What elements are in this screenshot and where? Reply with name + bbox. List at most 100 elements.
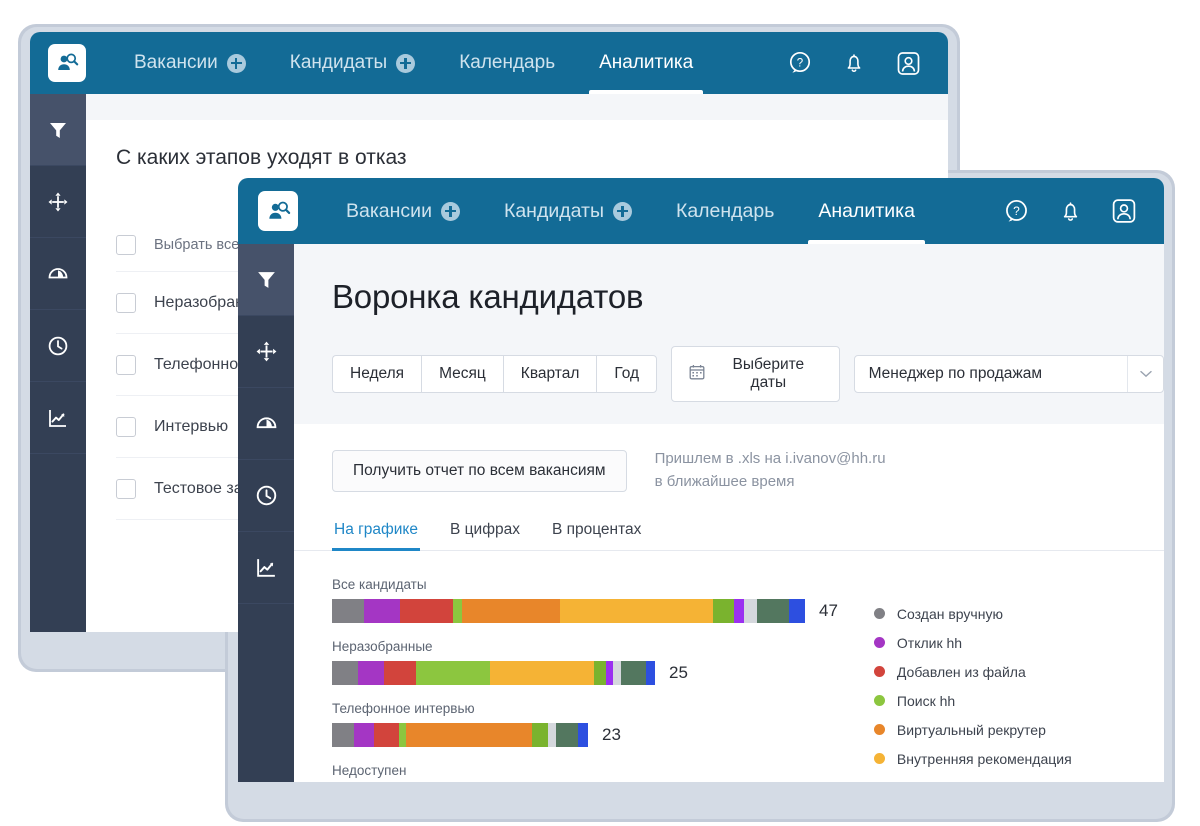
legend-item[interactable]: Создан вручную bbox=[874, 599, 1072, 628]
add-vacancy-icon[interactable] bbox=[441, 202, 460, 221]
bar-segment[interactable] bbox=[757, 599, 789, 623]
tab-percent-view[interactable]: В процентах bbox=[550, 517, 643, 550]
bar-segment[interactable] bbox=[713, 599, 734, 623]
bar-segment[interactable] bbox=[490, 661, 594, 685]
bar-segment[interactable] bbox=[374, 723, 399, 747]
legend-color-dot bbox=[874, 666, 885, 677]
bar-segment[interactable] bbox=[734, 599, 744, 623]
nav-item-analytics[interactable]: Аналитика bbox=[577, 32, 715, 94]
front-window-nav: Вакансии Кандидаты Календарь Аналитика bbox=[324, 178, 937, 244]
chart-legend: Создан вручную Отклик hh Добавлен из фай… bbox=[874, 577, 1072, 782]
stage-checkbox[interactable] bbox=[116, 479, 136, 499]
vacancy-select[interactable]: Менеджер по продажам bbox=[854, 355, 1164, 393]
help-icon[interactable]: ? bbox=[786, 49, 814, 77]
legend-item[interactable]: Петров рекомендация bbox=[874, 773, 1072, 782]
bar-segment[interactable] bbox=[406, 723, 532, 747]
bell-icon[interactable] bbox=[1056, 197, 1084, 225]
user-account-icon[interactable] bbox=[1110, 197, 1138, 225]
person-search-logo-icon[interactable] bbox=[48, 44, 86, 82]
bar-segment[interactable] bbox=[399, 723, 406, 747]
add-vacancy-icon[interactable] bbox=[227, 54, 246, 73]
nav-item-vacancies[interactable]: Вакансии bbox=[112, 32, 268, 94]
clock-icon bbox=[47, 335, 69, 357]
nav-label: Вакансии bbox=[346, 200, 432, 223]
bar-segment[interactable] bbox=[332, 661, 358, 685]
nav-item-candidates[interactable]: Кандидаты bbox=[482, 178, 654, 244]
bell-icon[interactable] bbox=[840, 49, 868, 77]
chevron-down-icon[interactable] bbox=[1127, 356, 1163, 392]
legend-item[interactable]: Внутренняя рекомендация bbox=[874, 744, 1072, 773]
sidebar-item-chart[interactable] bbox=[30, 382, 86, 454]
legend-item[interactable]: Добавлен из файла bbox=[874, 657, 1072, 686]
get-report-button[interactable]: Получить отчет по всем вакансиям bbox=[332, 450, 627, 492]
stacked-bar[interactable] bbox=[332, 723, 588, 747]
sidebar-item-funnel[interactable] bbox=[238, 244, 294, 316]
sidebar-item-funnel[interactable] bbox=[30, 94, 86, 166]
bar-segment[interactable] bbox=[332, 723, 354, 747]
date-range-picker-button[interactable]: Выберите даты bbox=[671, 346, 840, 402]
sidebar-item-gauge[interactable] bbox=[238, 388, 294, 460]
bar-segment[interactable] bbox=[332, 599, 364, 623]
sidebar-item-clock[interactable] bbox=[30, 310, 86, 382]
bar-segment[interactable] bbox=[606, 661, 613, 685]
legend-label: Виртуальный рекрутер bbox=[897, 722, 1046, 738]
bar-segment[interactable] bbox=[384, 661, 416, 685]
select-all-checkbox[interactable] bbox=[116, 235, 136, 255]
stage-checkbox[interactable] bbox=[116, 355, 136, 375]
person-search-logo-icon[interactable] bbox=[258, 191, 298, 231]
bar-segment[interactable] bbox=[613, 661, 621, 685]
bar-segment[interactable] bbox=[556, 723, 578, 747]
bar-segment[interactable] bbox=[621, 661, 646, 685]
period-week-button[interactable]: Неделя bbox=[332, 355, 421, 393]
bar-segment[interactable] bbox=[416, 661, 490, 685]
period-year-button[interactable]: Год bbox=[596, 355, 657, 393]
legend-item[interactable]: Отклик hh bbox=[874, 628, 1072, 657]
bar-group-unsorted: Неразобранные 25 bbox=[332, 639, 838, 685]
nav-label: Кандидаты bbox=[504, 200, 604, 223]
svg-text:?: ? bbox=[797, 58, 803, 70]
bar-segment[interactable] bbox=[453, 599, 462, 623]
bar-segment[interactable] bbox=[400, 599, 453, 623]
tab-numbers-view[interactable]: В цифрах bbox=[448, 517, 522, 550]
sidebar-item-clock[interactable] bbox=[238, 460, 294, 532]
legend-item[interactable]: Виртуальный рекрутер bbox=[874, 715, 1072, 744]
bar-segment[interactable] bbox=[354, 723, 374, 747]
bar-segment[interactable] bbox=[560, 599, 713, 623]
bar-segment[interactable] bbox=[789, 599, 805, 623]
stage-checkbox[interactable] bbox=[116, 417, 136, 437]
legend-label: Отклик hh bbox=[897, 635, 962, 651]
legend-item[interactable]: Поиск hh bbox=[874, 686, 1072, 715]
sidebar-item-chart[interactable] bbox=[238, 532, 294, 604]
bar-segment[interactable] bbox=[594, 661, 606, 685]
stacked-bar[interactable] bbox=[332, 661, 655, 685]
add-candidate-icon[interactable] bbox=[396, 54, 415, 73]
legend-color-dot bbox=[874, 753, 885, 764]
bar-segment[interactable] bbox=[646, 661, 655, 685]
bar-segment[interactable] bbox=[578, 723, 588, 747]
stacked-bar[interactable] bbox=[332, 599, 805, 623]
nav-item-calendar[interactable]: Календарь bbox=[437, 32, 577, 94]
nav-item-candidates[interactable]: Кандидаты bbox=[268, 32, 437, 94]
sidebar-item-move[interactable] bbox=[238, 316, 294, 388]
period-quarter-button[interactable]: Квартал bbox=[503, 355, 597, 393]
bar-segment[interactable] bbox=[364, 599, 400, 623]
tab-chart-view[interactable]: На графике bbox=[332, 517, 420, 550]
bar-segment[interactable] bbox=[358, 661, 384, 685]
bar-segment[interactable] bbox=[548, 723, 556, 747]
bar-segment[interactable] bbox=[462, 599, 560, 623]
bar-segment[interactable] bbox=[532, 723, 548, 747]
stage-checkbox[interactable] bbox=[116, 293, 136, 313]
clock-icon bbox=[255, 484, 278, 507]
user-account-icon[interactable] bbox=[894, 49, 922, 77]
help-icon[interactable]: ? bbox=[1002, 197, 1030, 225]
nav-item-analytics[interactable]: Аналитика bbox=[796, 178, 937, 244]
front-window-content: Воронка кандидатов Неделя Месяц Квартал … bbox=[294, 244, 1164, 782]
nav-item-calendar[interactable]: Календарь bbox=[654, 178, 796, 244]
nav-item-vacancies[interactable]: Вакансии bbox=[324, 178, 482, 244]
sidebar-item-gauge[interactable] bbox=[30, 238, 86, 310]
sidebar-item-move[interactable] bbox=[30, 166, 86, 238]
bar-segment[interactable] bbox=[744, 599, 757, 623]
stage-label: Интервью bbox=[154, 418, 228, 436]
add-candidate-icon[interactable] bbox=[613, 202, 632, 221]
period-month-button[interactable]: Месяц bbox=[421, 355, 503, 393]
